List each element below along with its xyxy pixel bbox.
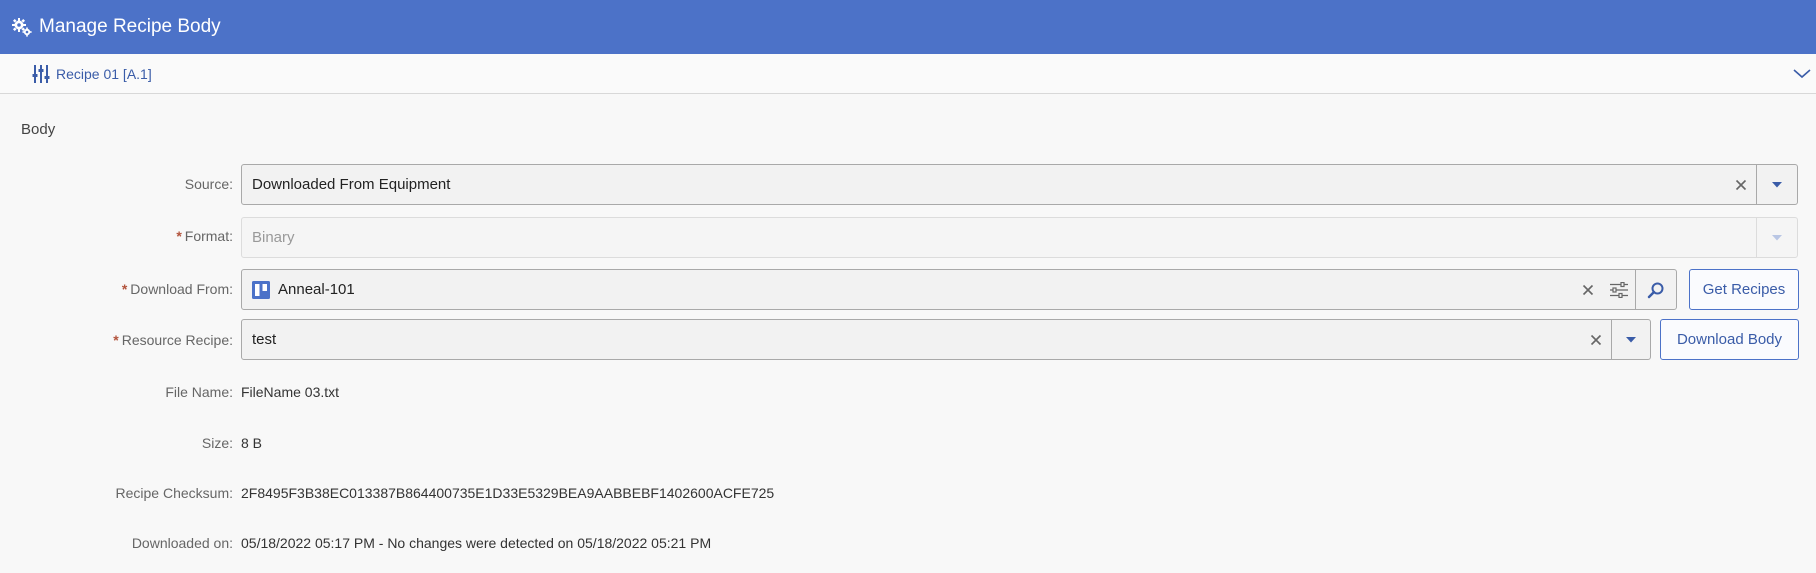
clear-icon[interactable] [1573, 270, 1603, 309]
clear-icon[interactable] [1726, 165, 1756, 204]
filter-settings-icon[interactable] [1603, 270, 1635, 309]
get-recipes-button[interactable]: Get Recipes [1689, 269, 1799, 310]
clear-icon[interactable] [1581, 320, 1611, 359]
downloaded-on-value: 05/18/2022 05:17 PM - No changes were de… [241, 535, 712, 551]
chevron-down-icon[interactable] [1611, 320, 1650, 359]
format-dropdown: Binary [241, 217, 1798, 258]
source-value: Downloaded From Equipment [252, 176, 451, 193]
size-value: 8 B [241, 435, 263, 451]
source-dropdown[interactable]: Downloaded From Equipment [241, 164, 1798, 205]
entity-link[interactable]: Recipe 01 [A.1] [56, 66, 152, 82]
page-title: Manage Recipe Body [39, 16, 221, 37]
chevron-down-icon[interactable] [1792, 63, 1812, 83]
download-from-label: * Download From: [121, 281, 233, 297]
section-title: Body [21, 121, 56, 138]
chevron-down-icon [1756, 218, 1797, 257]
title-bar: Manage Recipe Body [0, 0, 1816, 54]
file-name-value: FileName 03.txt [241, 384, 340, 400]
gears-icon [11, 16, 33, 38]
search-icon[interactable] [1635, 270, 1676, 309]
required-marker: * [121, 281, 128, 297]
checksum-label: Recipe Checksum: [115, 485, 234, 501]
file-name-label: File Name: [165, 384, 233, 400]
size-label: Size: [201, 435, 233, 451]
recipe-sliders-icon [32, 63, 54, 85]
resource-recipe-value: test [252, 331, 277, 348]
download-from-value: Anneal-101 [278, 281, 355, 298]
download-body-button[interactable]: Download Body [1660, 319, 1799, 360]
entity-bar: Recipe 01 [A.1] [0, 54, 1816, 94]
format-value: Binary [252, 229, 295, 246]
source-label: Source: [184, 176, 233, 192]
resource-recipe-label: * Resource Recipe: [113, 332, 233, 348]
chevron-down-icon[interactable] [1756, 165, 1797, 204]
checksum-value: 2F8495F3B38EC013387B864400735E1D33E5329B… [241, 485, 775, 501]
downloaded-on-label: Downloaded on: [131, 535, 233, 551]
resource-recipe-dropdown[interactable]: test [241, 319, 1651, 360]
format-label: * Format: [176, 228, 233, 244]
download-from-field[interactable]: Anneal-101 [241, 269, 1677, 310]
resource-icon [252, 280, 270, 299]
required-marker: * [113, 332, 119, 348]
required-marker: * [176, 228, 182, 244]
